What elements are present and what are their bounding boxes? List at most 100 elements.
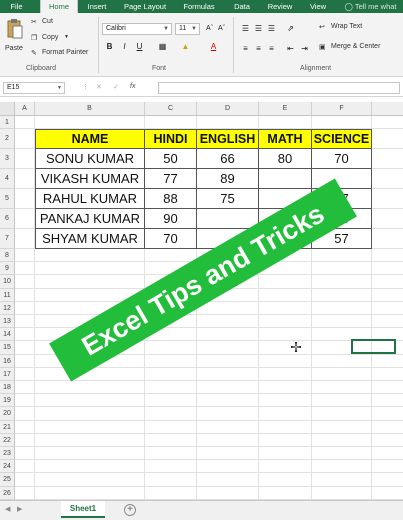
table-cell[interactable]: 89	[197, 169, 259, 189]
select-all-corner[interactable]	[0, 102, 15, 116]
tab-page-layout[interactable]: Page Layout	[117, 0, 173, 13]
table-header-cell[interactable]: SCIENCE	[312, 129, 372, 149]
table-cell[interactable]: RAHUL KUMAR	[35, 189, 145, 209]
row-header-1[interactable]: 1	[0, 116, 15, 130]
row-header-26[interactable]: 26	[0, 486, 15, 500]
table-cell[interactable]: 77	[145, 169, 197, 189]
row-header-12[interactable]: 12	[0, 301, 15, 315]
table-cell[interactable]: PANKAJ KUMAR	[35, 209, 145, 229]
row-header-13[interactable]: 13	[0, 315, 15, 329]
increase-indent-icon[interactable]: ⇥	[299, 43, 310, 54]
format-painter-button[interactable]: ✎ Format Painter	[31, 49, 95, 59]
align-left-icon[interactable]: ≡	[240, 43, 251, 54]
copy-button[interactable]: ❐ Copy ▼	[31, 34, 71, 44]
insert-function-button[interactable]: fx	[130, 83, 135, 90]
enter-icon[interactable]: ✓	[113, 83, 119, 91]
row-header-9[interactable]: 9	[0, 262, 15, 276]
column-header-b[interactable]: B	[35, 102, 145, 116]
table-cell[interactable]: SHYAM KUMAR	[35, 229, 145, 249]
sheet-tab-sheet1[interactable]: Sheet1	[61, 501, 105, 518]
table-header-cell[interactable]: HINDI	[145, 129, 197, 149]
table-header-cell[interactable]: NAME	[35, 129, 145, 149]
bold-button[interactable]: B	[104, 41, 115, 52]
row-header-17[interactable]: 17	[0, 367, 15, 381]
align-center-icon[interactable]: ≡	[253, 43, 264, 54]
table-cell[interactable]	[259, 169, 312, 189]
tell-me-box[interactable]: ◯ Tell me what	[338, 0, 403, 13]
borders-icon[interactable]: ▦	[157, 41, 168, 52]
italic-button[interactable]: I	[119, 41, 130, 52]
tab-data[interactable]: Data	[226, 0, 258, 13]
row-header-23[interactable]: 23	[0, 447, 15, 461]
row-header-15[interactable]: 15	[0, 341, 15, 355]
row-header-20[interactable]: 20	[0, 407, 15, 421]
row-header-4[interactable]: 4	[0, 169, 15, 189]
row-header-3[interactable]: 3	[0, 149, 15, 169]
row-header-8[interactable]: 8	[0, 249, 15, 263]
row-header-7[interactable]: 7	[0, 229, 15, 249]
table-cell[interactable]: 88	[145, 189, 197, 209]
column-header-a[interactable]: A	[15, 102, 35, 116]
row-header-2[interactable]: 2	[0, 129, 15, 149]
align-bottom-icon[interactable]: ☰	[266, 23, 277, 34]
row-header-6[interactable]: 6	[0, 209, 15, 229]
table-cell[interactable]: 50	[145, 149, 197, 169]
table-cell[interactable]: 70	[312, 149, 372, 169]
orientation-icon[interactable]: ⇗	[285, 23, 296, 34]
selected-cell[interactable]	[351, 339, 396, 354]
row-header-14[interactable]: 14	[0, 328, 15, 342]
tab-review[interactable]: Review	[262, 0, 298, 13]
row-header-18[interactable]: 18	[0, 381, 15, 395]
align-middle-icon[interactable]: ☰	[253, 23, 264, 34]
name-box[interactable]: E15 ▼	[3, 82, 65, 94]
grow-font-icon[interactable]: Aˆ	[204, 23, 215, 34]
tab-insert[interactable]: Insert	[80, 0, 114, 13]
merge-center-button[interactable]: ▣ Merge & Center	[319, 43, 403, 54]
table-header-cell[interactable]: ENGLISH	[197, 129, 259, 149]
font-size-dropdown[interactable]: 11 ▼	[175, 23, 200, 35]
cut-button[interactable]: ✂ Cut	[31, 18, 71, 28]
column-header-d[interactable]: D	[197, 102, 259, 116]
column-header-e[interactable]: E	[259, 102, 312, 116]
table-cell[interactable]: 70	[145, 229, 197, 249]
wrap-text-button[interactable]: ↩ Wrap Text	[319, 23, 399, 34]
row-header-10[interactable]: 10	[0, 275, 15, 289]
column-header-f[interactable]: F	[312, 102, 372, 116]
row-header-25[interactable]: 25	[0, 473, 15, 487]
column-header-c[interactable]: C	[145, 102, 197, 116]
font-color-icon[interactable]: A	[208, 41, 219, 52]
row-header-24[interactable]: 24	[0, 460, 15, 474]
align-right-icon[interactable]: ≡	[266, 43, 277, 54]
paste-button[interactable]: Paste	[4, 16, 26, 60]
font-name-dropdown[interactable]: Calibri ▼	[102, 23, 172, 35]
scroll-left-icon[interactable]: ◀	[5, 505, 10, 513]
underline-button[interactable]: U	[134, 41, 145, 52]
row-header-21[interactable]: 21	[0, 420, 15, 434]
row-header-11[interactable]: 11	[0, 288, 15, 302]
table-header-cell[interactable]: MATH	[259, 129, 312, 149]
table-cell[interactable]: 75	[197, 189, 259, 209]
row-header-5[interactable]: 5	[0, 189, 15, 209]
decrease-indent-icon[interactable]: ⇤	[285, 43, 296, 54]
tab-file[interactable]: File	[0, 0, 33, 13]
table-cell[interactable]: VIKASH KUMAR	[35, 169, 145, 189]
column-header-g[interactable]	[372, 102, 403, 116]
align-top-icon[interactable]: ☰	[240, 23, 251, 34]
tab-view[interactable]: View	[303, 0, 333, 13]
formula-input[interactable]	[158, 82, 400, 94]
shrink-font-icon[interactable]: Aˇ	[216, 23, 227, 34]
table-cell[interactable]	[197, 209, 259, 229]
table-cell[interactable]: SONU KUMAR	[35, 149, 145, 169]
tab-formulas[interactable]: Formulas	[178, 0, 220, 13]
fill-color-icon[interactable]: ▲	[180, 41, 191, 52]
row-header-22[interactable]: 22	[0, 433, 15, 447]
tab-home[interactable]: Home	[40, 0, 78, 13]
scroll-right-icon[interactable]: ▶	[17, 505, 22, 513]
row-header-16[interactable]: 16	[0, 354, 15, 368]
add-sheet-button[interactable]: +	[124, 504, 136, 516]
table-cell[interactable]: 90	[145, 209, 197, 229]
table-cell[interactable]: 80	[259, 149, 312, 169]
cancel-icon[interactable]: ✕	[96, 83, 102, 91]
row-header-19[interactable]: 19	[0, 394, 15, 408]
table-cell[interactable]: 66	[197, 149, 259, 169]
